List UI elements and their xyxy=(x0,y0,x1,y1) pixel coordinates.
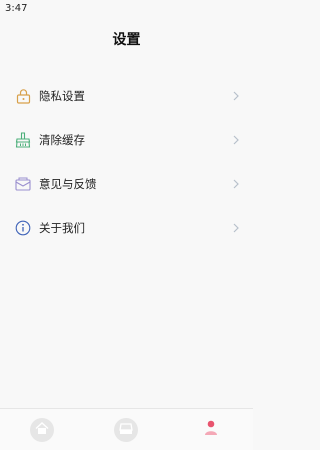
chevron-right-icon xyxy=(232,91,240,101)
feedback-mail-icon xyxy=(15,176,31,192)
tab-profile[interactable] xyxy=(191,410,231,450)
chevron-right-icon xyxy=(232,179,240,189)
chevron-right-icon xyxy=(232,223,240,233)
inbox-tray-icon xyxy=(119,420,134,439)
user-icon xyxy=(204,420,218,440)
tab-inbox-circle xyxy=(114,417,139,442)
menu-item-label: 隐私设置 xyxy=(39,89,85,103)
bottom-tab-bar xyxy=(0,408,253,450)
tab-inbox[interactable] xyxy=(106,410,146,450)
info-icon xyxy=(15,220,31,236)
broom-icon xyxy=(15,132,31,148)
status-time: 3:47 xyxy=(5,3,28,14)
tab-home[interactable] xyxy=(22,410,62,450)
menu-item-feedback[interactable]: 意见与反馈 xyxy=(0,162,253,206)
menu-item-label: 意见与反馈 xyxy=(39,177,97,191)
tab-home-circle xyxy=(30,417,55,442)
menu-item-privacy-settings[interactable]: 隐私设置 xyxy=(0,74,253,118)
menu-item-clear-cache[interactable]: 清除缓存 xyxy=(0,118,253,162)
menu-item-label: 关于我们 xyxy=(39,221,85,235)
chevron-right-icon xyxy=(232,135,240,145)
lock-icon xyxy=(15,88,31,104)
home-icon xyxy=(35,420,49,439)
status-bar: 3:47 xyxy=(0,0,253,17)
menu-item-label: 清除缓存 xyxy=(39,133,85,147)
settings-menu: 隐私设置 清除缓存 意见与反馈 关于我们 xyxy=(0,74,253,250)
page-title: 设置 xyxy=(112,32,141,48)
menu-item-about-us[interactable]: 关于我们 xyxy=(0,206,253,250)
